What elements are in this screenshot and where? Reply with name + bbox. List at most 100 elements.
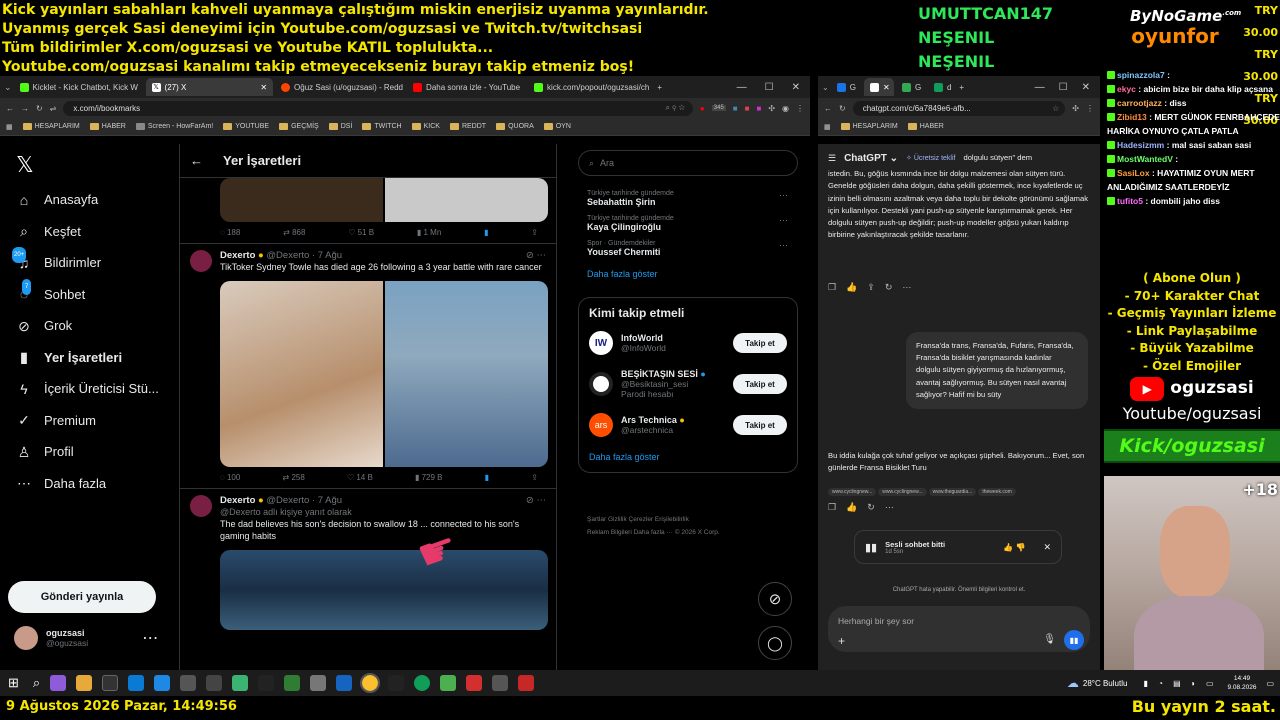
- puzzle-icon[interactable]: ✣: [768, 104, 775, 113]
- post-button[interactable]: Gönderi yayınla: [8, 581, 156, 613]
- app-icon[interactable]: [336, 675, 353, 691]
- nav-bookmarks[interactable]: ▮ Yer İşaretleri: [0, 342, 178, 374]
- chat-username[interactable]: carrootjazz: [1117, 98, 1162, 108]
- extension-icon[interactable]: ■: [756, 104, 761, 113]
- free-offer-button[interactable]: ✧ Ücretsiz teklif: [906, 154, 955, 162]
- bookmark-button[interactable]: ▮: [485, 473, 489, 482]
- trend-item[interactable]: Türkiye tarihinde gündemde Kaya Çilingiro…: [558, 211, 808, 236]
- folder-icon[interactable]: [76, 675, 93, 691]
- profile-icon[interactable]: ◉: [782, 104, 789, 113]
- reply-button[interactable]: ◌ 188: [220, 228, 240, 237]
- bookmark-item[interactable]: HESAPLARIM: [840, 123, 898, 130]
- follow-suggestion[interactable]: BEŞİKTAŞIN SESİ ● @Besiktasin_sesi Parodi …: [579, 362, 797, 406]
- app-icon[interactable]: [102, 675, 119, 691]
- share-button[interactable]: ⇪: [531, 473, 538, 482]
- source-chip[interactable]: www.cyclingnew...: [828, 488, 877, 496]
- app-icon[interactable]: [492, 675, 509, 691]
- tweet-media[interactable]: [220, 550, 548, 630]
- grok-button-icon[interactable]: ⊘: [758, 582, 792, 616]
- account-switcher[interactable]: oguzsasi @oguzsasi ⋯: [14, 626, 158, 650]
- app-icon[interactable]: [232, 675, 249, 691]
- prompt-input[interactable]: Herhangi bir şey sor + 🎙 ▮▮: [828, 606, 1090, 652]
- minimize-icon[interactable]: —: [1035, 82, 1045, 93]
- nav-chat[interactable]: ◌7Sohbet: [0, 279, 178, 311]
- back-arrow-icon[interactable]: ←: [190, 153, 203, 168]
- extension-icon[interactable]: ✣: [1072, 104, 1079, 113]
- mic-icon[interactable]: 🎙: [1043, 634, 1056, 645]
- feedback-icons[interactable]: 👍 👎: [1003, 543, 1025, 552]
- views-button[interactable]: ▮ 729 B: [415, 473, 443, 482]
- follow-button[interactable]: Takip et: [733, 374, 787, 394]
- close-window-icon[interactable]: ✕: [792, 82, 800, 93]
- retweet-button[interactable]: ⇄ 868: [283, 228, 305, 237]
- clock[interactable]: 14:49 9.08.2026: [1228, 674, 1257, 692]
- chat-username[interactable]: Hadesizmm: [1117, 140, 1164, 150]
- tab[interactable]: G: [896, 78, 926, 96]
- more-icon[interactable]: ⋯: [902, 282, 911, 293]
- trend-item[interactable]: Spor · Gündemdekiler Youssef Chermiti ⋯: [558, 236, 808, 261]
- apps-icon[interactable]: ▦: [824, 123, 831, 131]
- bookmark-item[interactable]: DSİ: [328, 123, 352, 130]
- edge-icon[interactable]: [128, 675, 145, 691]
- close-icon[interactable]: ✕: [260, 83, 267, 92]
- views-button[interactable]: ▮ 1 Mn: [417, 228, 441, 237]
- bookmark-item[interactable]: HABER: [907, 123, 944, 130]
- nav-more[interactable]: ⋯ Daha fazla: [0, 468, 178, 500]
- messages-button-icon[interactable]: ◯: [758, 626, 792, 660]
- nav-notifications[interactable]: ♫ 20+ Bildirimler: [0, 246, 178, 279]
- tab-chatgpt[interactable]: ✕: [863, 78, 894, 96]
- minimize-icon[interactable]: —: [737, 82, 747, 93]
- app-icon[interactable]: [310, 675, 327, 691]
- edge-icon[interactable]: [154, 675, 171, 691]
- regenerate-icon[interactable]: ↻: [867, 502, 875, 513]
- nav-premium[interactable]: ✓ Premium: [0, 405, 178, 437]
- close-icon[interactable]: ✕: [1043, 542, 1051, 553]
- bookmark-item[interactable]: QUORA: [496, 123, 534, 130]
- like-button[interactable]: ♡ 51 B: [348, 228, 374, 237]
- app-icon[interactable]: [518, 675, 535, 691]
- source-chip[interactable]: www.theguardia...: [928, 488, 977, 496]
- regenerate-icon[interactable]: ↻: [885, 282, 893, 293]
- show-more-link[interactable]: Daha fazla göster: [579, 444, 797, 462]
- more-icon[interactable]: ⋯: [885, 502, 894, 513]
- maximize-icon[interactable]: ☐: [1059, 82, 1068, 93]
- bookmark-button[interactable]: ▮: [484, 228, 488, 237]
- sidebar-toggle-icon[interactable]: ☰: [828, 153, 836, 164]
- retweet-button[interactable]: ⇄ 258: [283, 473, 305, 482]
- footer-links[interactable]: Şartlar Gizlilik Çerezler Erişilebilirli…: [558, 473, 808, 539]
- tweet[interactable]: Dexerto ● @Dexerto · 7 Ağu ⊘ ⋯ TikToker S…: [180, 244, 556, 489]
- tab-kick-popout[interactable]: kick.com/popout/oguzsasi/ch: [528, 78, 655, 96]
- copy-icon[interactable]: ❐: [828, 502, 836, 513]
- app-icon[interactable]: [50, 675, 67, 691]
- menu-icon[interactable]: ⋮: [796, 104, 804, 113]
- show-more-link[interactable]: Daha fazla göster: [558, 261, 808, 279]
- tab-reddit[interactable]: Oğuz Sasi (u/oguzsasi) - Redd: [275, 78, 405, 96]
- tab[interactable]: G: [831, 78, 862, 96]
- menu-icon[interactable]: ⋮: [1086, 104, 1094, 113]
- extension-icon[interactable]: ●: [700, 104, 705, 113]
- tab-youtube[interactable]: Daha sonra izle - YouTube: [407, 78, 526, 96]
- close-window-icon[interactable]: ✕: [1082, 82, 1090, 93]
- chat-username[interactable]: SasiLox: [1117, 168, 1150, 178]
- app-icon[interactable]: [388, 675, 405, 691]
- follow-button[interactable]: Takip et: [733, 415, 787, 435]
- chat-username[interactable]: tufito5: [1117, 196, 1143, 206]
- tab-list-icon[interactable]: ⌄: [822, 83, 829, 92]
- app-icon[interactable]: [414, 675, 431, 691]
- chat-username[interactable]: Zibid13: [1117, 112, 1147, 122]
- bookmark-item[interactable]: OYN: [543, 123, 571, 130]
- notification-icon[interactable]: ▭: [1266, 679, 1274, 688]
- app-icon[interactable]: [466, 675, 483, 691]
- weather-text[interactable]: 28°C Bulutlu: [1083, 679, 1128, 688]
- tweet-media[interactable]: [220, 178, 548, 222]
- follow-suggestion[interactable]: IW InfoWorld @InfoWorld Takip et: [579, 324, 797, 362]
- reply-button[interactable]: ◌ 100: [220, 473, 240, 482]
- like-icon[interactable]: 👍: [846, 502, 857, 513]
- nav-creator-studio[interactable]: ϟ İçerik Üreticisi Stü...: [0, 373, 178, 405]
- like-icon[interactable]: 👍: [846, 282, 857, 293]
- tweet[interactable]: ◌ 188 ⇄ 868 ♡ 51 B ▮ 1 Mn ▮ ⇪: [180, 178, 556, 244]
- new-tab-icon[interactable]: +: [657, 83, 662, 92]
- new-tab-icon[interactable]: +: [959, 83, 964, 92]
- app-icon[interactable]: [258, 675, 275, 691]
- model-selector[interactable]: ChatGPT ⌄: [844, 153, 898, 164]
